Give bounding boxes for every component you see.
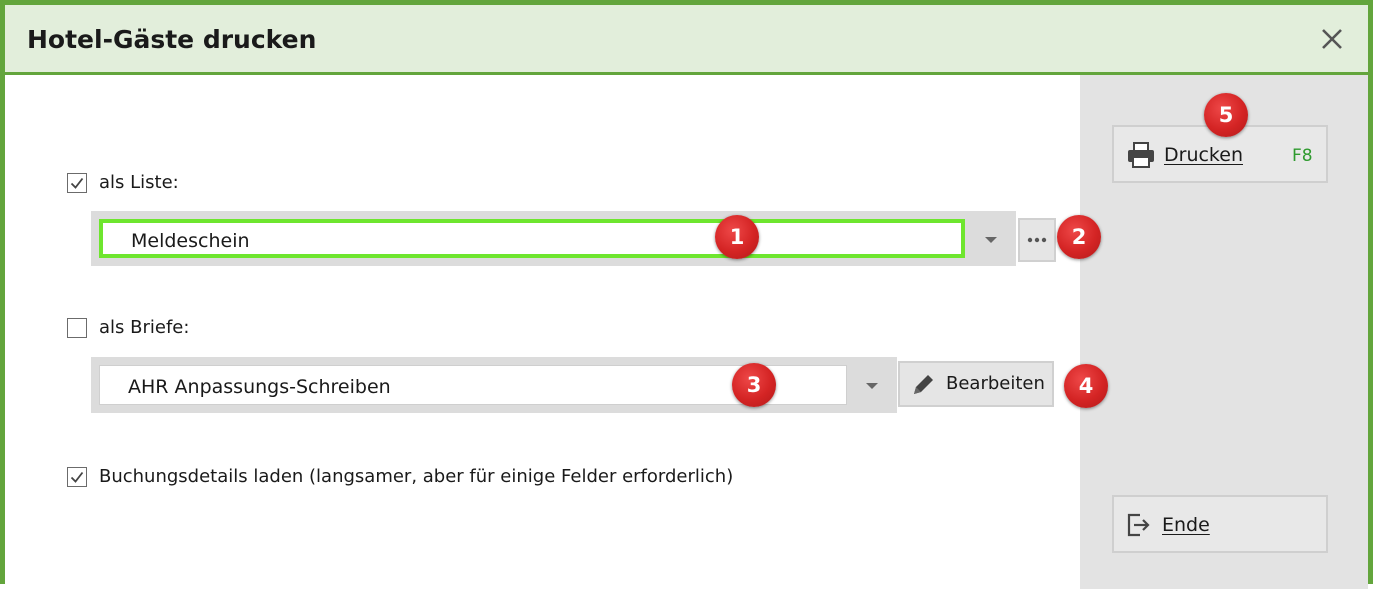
print-guests-dialog: Hotel-Gäste drucken als Liste: Meldesche… [0,0,1373,589]
list-template-input[interactable]: Meldeschein [99,219,965,258]
edit-letter-label: Bearbeiten [946,373,1045,394]
checkmark-icon [70,471,84,483]
letters-template-combo: AHR Anpassungs-Schreiben [91,357,897,413]
printer-icon [1128,142,1154,168]
print-button-label: Drucken [1164,144,1243,166]
title-bar: Hotel-Gäste drucken [5,5,1368,75]
marker-badge-4: 4 [1064,364,1108,408]
marker-badge-5: 5 [1204,93,1248,137]
dialog-title: Hotel-Gäste drucken [27,25,317,54]
booking-details-checkbox-row[interactable]: Buchungsdetails laden (langsamer, aber f… [67,466,733,487]
letters-checkbox-row[interactable]: als Briefe: [67,317,189,338]
more-dots-icon [1027,237,1047,243]
end-button-label: Ende [1162,514,1210,536]
list-template-dropdown-arrow[interactable] [973,219,1009,258]
end-button[interactable]: Ende [1112,495,1328,553]
exit-icon [1127,513,1150,537]
booking-details-checkbox[interactable] [67,466,87,487]
list-checkbox-row[interactable]: als Liste: [67,172,179,193]
marker-badge-3: 3 [732,363,776,407]
list-template-combo: Meldeschein [91,211,1016,266]
close-icon [1322,29,1342,49]
action-panel: Drucken F8 Ende [1080,75,1368,589]
booking-details-label: Buchungsdetails laden (langsamer, aber f… [99,466,734,487]
marker-badge-2: 2 [1057,215,1101,259]
list-template-more-button[interactable] [1018,218,1056,262]
list-checkbox[interactable] [67,172,87,193]
letters-checkbox[interactable] [67,317,87,338]
pencil-icon [914,375,933,394]
letters-template-dropdown-arrow[interactable] [854,365,890,405]
close-button[interactable] [1316,23,1348,55]
print-shortcut: F8 [1292,146,1313,166]
edit-letter-button[interactable]: Bearbeiten [898,361,1054,407]
checkmark-icon [70,177,84,189]
letters-template-value: AHR Anpassungs-Schreiben [128,376,391,398]
list-checkbox-label: als Liste: [99,172,179,193]
list-template-value: Meldeschein [131,230,250,252]
letters-checkbox-label: als Briefe: [99,317,190,338]
marker-badge-1: 1 [715,215,759,259]
